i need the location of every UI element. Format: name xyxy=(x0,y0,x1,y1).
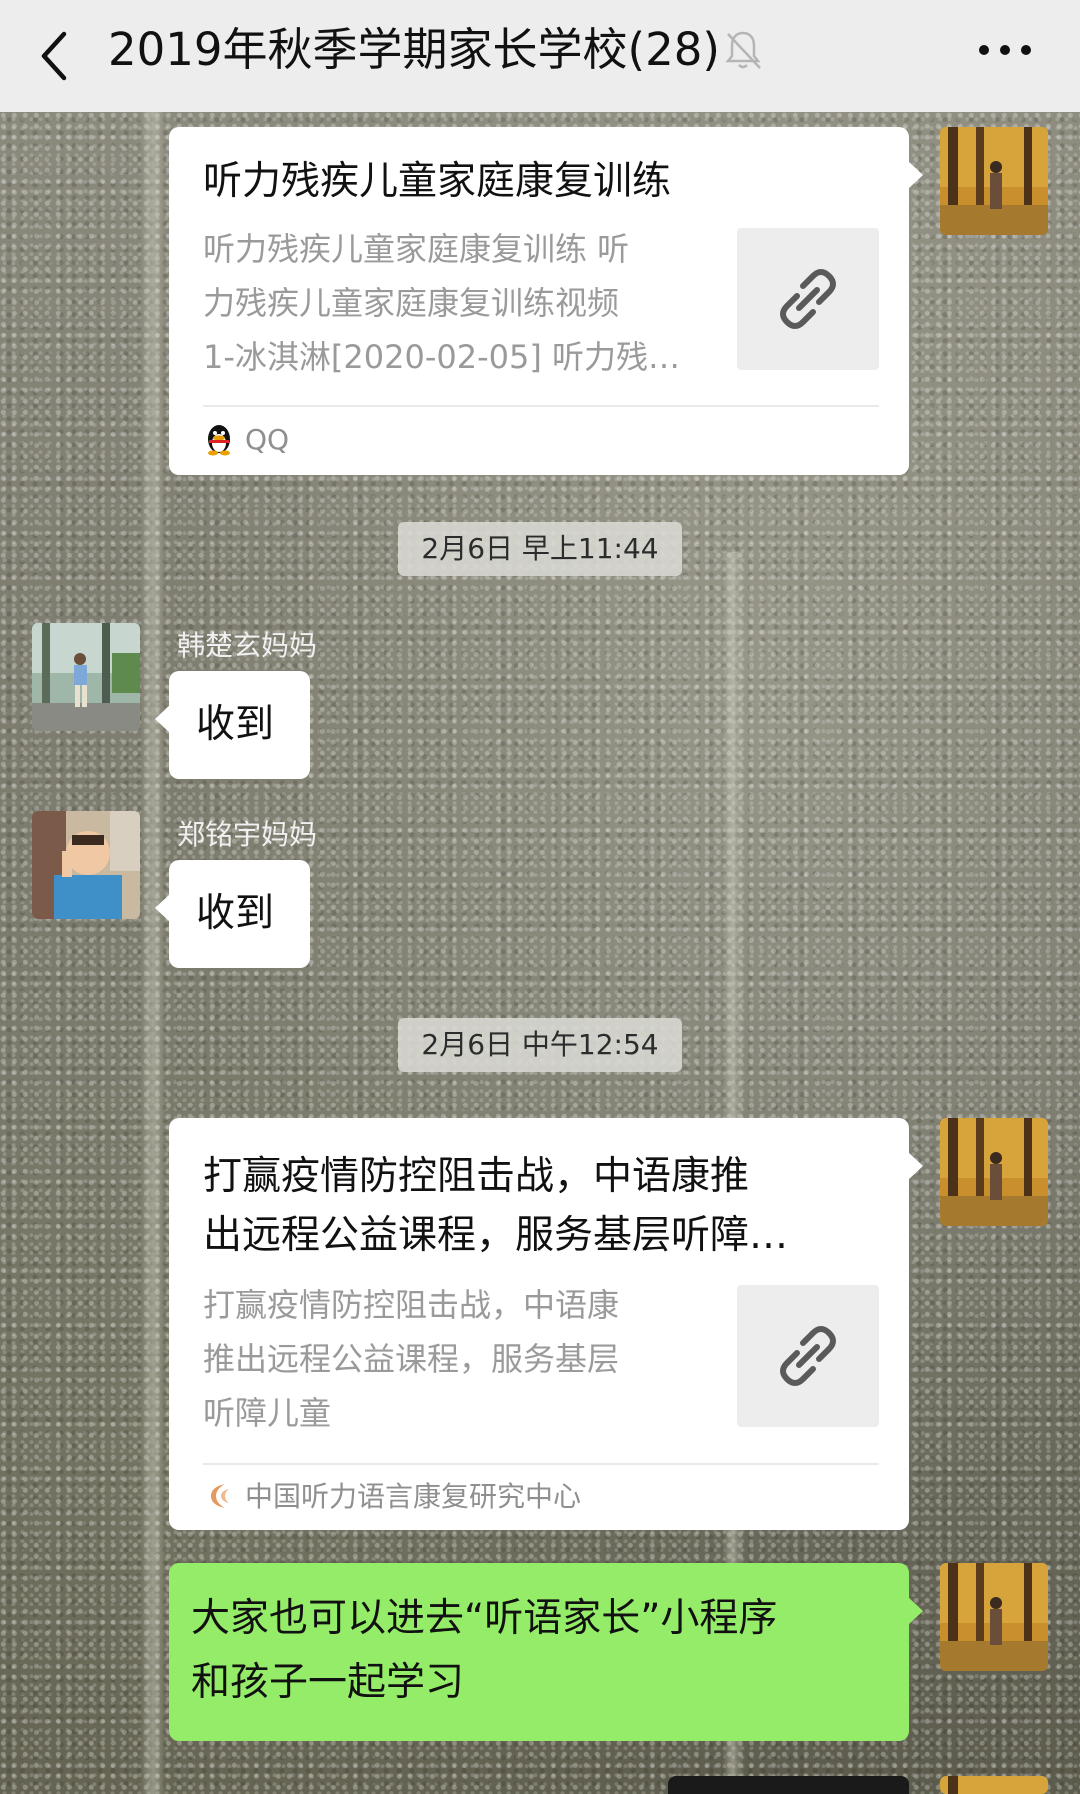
link-card-title: 打赢疫情防控阻击战，中语康推 xyxy=(203,1154,750,1199)
bubble-tail xyxy=(908,1597,923,1625)
message-text: 收到 xyxy=(196,891,275,936)
sender-name: 韩楚玄妈妈 xyxy=(177,629,318,662)
bubble-tail xyxy=(155,705,170,733)
message-bubble[interactable]: 收到 xyxy=(155,671,310,779)
avatar[interactable] xyxy=(940,1563,1048,1671)
link-card-description: 力残疾儿童家庭康复训练视频 xyxy=(203,284,620,322)
card-divider xyxy=(203,1463,879,1465)
link-card[interactable]: 听力残疾儿童家庭康复训练 听力残疾儿童家庭康复训练 听 力残疾儿童家庭康复训练视… xyxy=(169,127,923,475)
link-thumbnail xyxy=(737,228,879,370)
timestamp: 2月6日 中午12:54 xyxy=(398,1018,682,1072)
card-divider xyxy=(203,405,879,407)
bubble-tail xyxy=(908,1152,923,1180)
message-text: 收到 xyxy=(196,702,275,747)
link-card-title: 听力残疾儿童家庭康复训练 xyxy=(203,159,672,204)
link-card-source: 中国听力语言康复研究中心 xyxy=(245,1480,582,1513)
avatar[interactable] xyxy=(940,1118,1048,1226)
next-message-bubble[interactable] xyxy=(668,1776,909,1794)
link-card-title: 出远程公益课程，服务基层听障… xyxy=(203,1213,789,1258)
message-bubble-self[interactable]: 大家也可以进去“听语家长”小程序 和孩子一起学习 xyxy=(169,1563,923,1741)
avatar[interactable] xyxy=(940,1776,1048,1794)
qq-penguin-icon xyxy=(208,425,230,456)
avatar[interactable] xyxy=(940,127,1048,235)
link-icon xyxy=(780,269,836,329)
bubble-tail xyxy=(155,894,170,922)
link-card-description: 打赢疫情防控阻击战，中语康 xyxy=(203,1286,620,1324)
link-card-description: 1-冰淇淋[2020-02-05] 听力残… xyxy=(203,338,681,376)
crescent-logo-icon xyxy=(211,1484,229,1508)
message-bubble[interactable]: 收到 xyxy=(155,860,310,968)
message-text: 大家也可以进去“听语家长”小程序 xyxy=(191,1596,778,1641)
back-chevron-icon[interactable] xyxy=(34,26,74,86)
bell-muted-icon xyxy=(725,31,761,69)
timestamp: 2月6日 早上11:44 xyxy=(398,522,682,576)
link-icon xyxy=(780,1326,836,1386)
chat-header: 2019年秋季学期家长学校(28) xyxy=(0,0,1080,112)
message-text: 和孩子一起学习 xyxy=(191,1660,465,1705)
link-card[interactable]: 打赢疫情防控阻击战，中语康推 出远程公益课程，服务基层听障… 打赢疫情防控阻击战… xyxy=(169,1118,923,1530)
avatar[interactable] xyxy=(32,811,140,919)
bubble-tail xyxy=(908,161,923,189)
link-card-description: 听障儿童 xyxy=(203,1394,332,1432)
avatar[interactable] xyxy=(32,623,140,731)
link-card-description: 推出远程公益课程，服务基层 xyxy=(203,1340,620,1378)
link-card-source: QQ xyxy=(245,423,290,456)
sender-name: 郑铭宇妈妈 xyxy=(177,818,318,851)
chat-title: 2019年秋季学期家长学校(28) xyxy=(108,23,720,76)
link-card-description: 听力残疾儿童家庭康复训练 听 xyxy=(203,230,630,268)
water-streak xyxy=(140,112,166,1794)
link-thumbnail xyxy=(737,1285,879,1427)
more-dots-icon[interactable] xyxy=(978,38,1032,62)
